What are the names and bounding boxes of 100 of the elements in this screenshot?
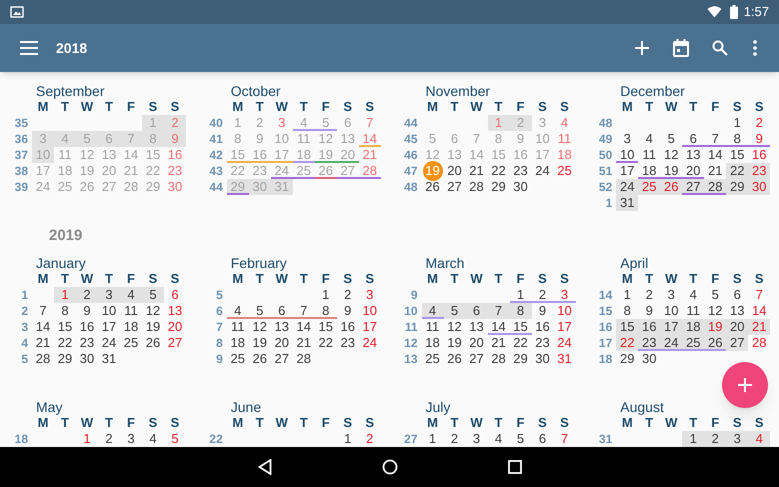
calendar-day[interactable]: 25 [422,351,444,367]
calendar-day[interactable]: 4 [682,287,704,303]
calendar-day[interactable]: 13 [682,147,704,163]
calendar-day[interactable]: 17 [660,319,682,335]
calendar-day[interactable]: 11 [120,303,142,319]
calendar-day[interactable]: 26 [142,335,164,351]
calendar-day[interactable]: 12 [142,303,164,319]
calendar-day[interactable]: 6 [466,303,488,319]
calendar-day[interactable]: 3 [616,131,638,147]
calendar-day[interactable]: 23 [510,163,532,179]
calendar-day[interactable]: 23 [532,335,554,351]
calendar-day[interactable]: 17 [358,319,381,335]
calendar-day[interactable]: 23 [76,335,98,351]
calendar-day[interactable]: 21 [32,335,54,351]
calendar-day[interactable]: 4 [748,431,770,447]
calendar-day[interactable]: 24 [98,335,120,351]
calendar-day[interactable]: 17 [554,319,576,335]
calendar-day[interactable]: 12 [660,147,682,163]
calendar-day[interactable]: 22 [510,335,532,351]
calendar-day[interactable]: 2 [748,115,770,131]
calendar-day[interactable]: 13 [726,303,748,319]
calendar-day[interactable]: 5 [660,131,682,147]
calendar-day[interactable]: 9 [638,303,660,319]
calendar-day[interactable]: 10 [358,303,381,319]
calendar-day[interactable]: 19 [660,163,682,179]
calendar-day[interactable]: 5 [444,303,466,319]
calendar-day[interactable]: 30 [748,179,770,195]
calendar-day[interactable]: 3 [358,287,381,303]
calendar-day[interactable]: 5 [248,303,271,319]
calendar-day[interactable]: 24 [660,335,682,351]
calendar-day[interactable]: 8 [314,303,337,319]
calendar-day[interactable]: 21 [292,335,315,351]
calendar-day[interactable]: 3 [466,431,488,447]
calendar-day[interactable]: 16 [336,319,359,335]
calendar-day[interactable]: 4 [422,303,444,319]
calendar-day[interactable]: 28 [748,335,770,351]
calendar-day[interactable]: 29 [726,179,748,195]
calendar-day[interactable]: 10 [616,147,638,163]
calendar-day[interactable]: 24 [358,335,381,351]
calendar-day[interactable]: 27 [466,351,488,367]
calendar-day[interactable]: 31 [98,351,120,367]
calendar-day[interactable]: 4 [488,431,510,447]
calendar-day[interactable]: 25 [638,179,660,195]
calendar-day[interactable]: 2 [76,287,98,303]
calendar-day[interactable]: 18 [422,335,444,351]
calendar-day[interactable]: 15 [314,319,337,335]
calendar-day[interactable]: 30 [532,351,554,367]
calendar-day[interactable]: 23 [748,163,770,179]
calendar-day[interactable]: 20 [164,319,186,335]
calendar-day[interactable]: 14 [748,303,770,319]
calendar-day[interactable]: 26 [444,351,466,367]
month-title[interactable]: July [426,399,450,415]
calendar-day[interactable]: 6 [532,431,554,447]
calendar-day[interactable]: 6 [270,303,293,319]
calendar-day[interactable]: 24 [532,163,554,179]
calendar-day[interactable]: 26 [422,179,444,195]
calendar-day[interactable]: 11 [682,303,704,319]
calendar-day[interactable]: 26 [660,179,682,195]
calendar-day[interactable]: 2 [704,431,726,447]
calendar-day[interactable]: 20 [726,319,748,335]
calendar-day[interactable]: 3 [120,431,142,447]
calendar-day[interactable]: 9 [748,131,770,147]
calendar-day[interactable]: 27 [164,335,186,351]
calendar-day[interactable]: 8 [510,303,532,319]
calendar-day[interactable]: 8 [726,131,748,147]
calendar-day[interactable]: 20 [444,163,466,179]
calendar-icon[interactable] [673,39,689,57]
calendar-day[interactable]: 31 [616,195,638,211]
calendar-day[interactable]: 10 [660,303,682,319]
back-icon[interactable] [258,459,272,475]
month-title[interactable]: June [230,399,262,415]
calendar-day[interactable]: 6 [164,287,186,303]
calendar-day[interactable]: 12 [704,303,726,319]
calendar-day[interactable]: 19 [248,335,271,351]
home-icon[interactable] [382,459,398,475]
calendar-day[interactable]: 11 [226,319,249,335]
calendar-day[interactable]: 1 [682,431,704,447]
calendar-day[interactable]: 14 [292,319,315,335]
calendar-day[interactable]: 26 [704,335,726,351]
calendar-day[interactable]: 18 [638,163,660,179]
calendar-day[interactable]: 27 [444,179,466,195]
calendar-day[interactable]: 29 [510,351,532,367]
recents-icon[interactable] [508,460,522,474]
calendar-day[interactable]: 24 [554,335,576,351]
calendar-day[interactable]: 15 [54,319,76,335]
calendar-day[interactable]: 8 [54,303,76,319]
calendar-day[interactable]: 4 [120,287,142,303]
month-title[interactable]: May [36,399,62,415]
calendar-day[interactable]: 7 [32,303,54,319]
calendar-day[interactable]: 4 [226,303,249,319]
calendar-day[interactable]: 29 [54,351,76,367]
calendar-day[interactable]: 23 [336,335,359,351]
calendar-day[interactable]: 8 [616,303,638,319]
calendar-day[interactable]: 3 [726,431,748,447]
calendar-day[interactable]: 28 [704,179,726,195]
calendar-day[interactable]: 10 [554,303,576,319]
calendar-day[interactable]: 10 [98,303,120,319]
calendar-day[interactable]: 15 [726,147,748,163]
calendar-day[interactable]: 7 [554,431,576,447]
calendar-day[interactable]: 16 [638,319,660,335]
